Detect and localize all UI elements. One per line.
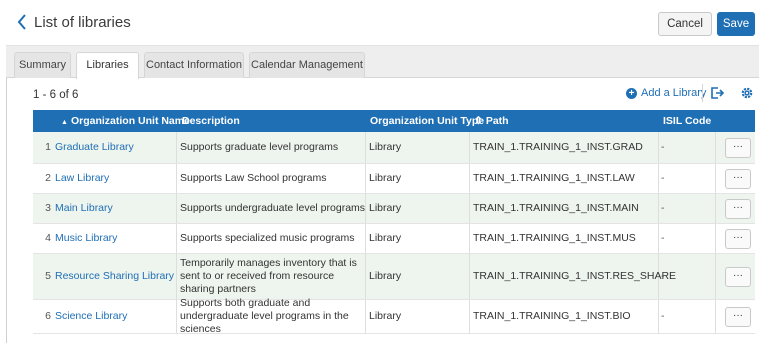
table-row: 3 Main Library Supports undergraduate le… xyxy=(33,194,755,224)
sort-icon: ⇕ xyxy=(474,115,483,127)
tab-libraries[interactable]: Libraries xyxy=(76,52,139,79)
row-number: 2 xyxy=(45,172,51,184)
library-type: Library xyxy=(369,310,402,322)
cancel-button[interactable]: Cancel xyxy=(658,12,712,36)
page-header: List of libraries Cancel Save xyxy=(6,0,759,46)
column-header-type[interactable]: Organization Unit Type xyxy=(370,110,484,132)
library-name-link[interactable]: Resource Sharing Library xyxy=(55,254,177,299)
table-row: 6 Science Library Supports both graduate… xyxy=(33,297,755,335)
library-path: TRAIN_1.TRAINING_1_INST.GRAD xyxy=(473,141,643,153)
libraries-table: ▲ Organization Unit Name Description Orga… xyxy=(33,110,755,335)
row-actions-button[interactable]: ··· xyxy=(725,306,751,327)
library-path: TRAIN_1.TRAINING_1_INST.MUS xyxy=(473,232,636,244)
row-actions-button[interactable]: ··· xyxy=(725,168,751,189)
table-row: 2 Law Library Supports Law School progra… xyxy=(33,164,755,194)
tab-calendar-management[interactable]: Calendar Management xyxy=(249,52,365,78)
library-isil-code: - xyxy=(661,172,665,184)
library-isil-code: - xyxy=(661,202,665,214)
library-isil-code: - xyxy=(661,270,665,282)
library-isil-code: - xyxy=(661,310,665,322)
library-path: TRAIN_1.TRAINING_1_INST.LAW xyxy=(473,172,635,184)
row-actions-button[interactable]: ··· xyxy=(725,266,751,287)
add-library-label: Add a Library xyxy=(641,87,707,99)
column-header-path[interactable]: ⇕ Path xyxy=(474,110,509,132)
row-actions-button[interactable]: ··· xyxy=(725,228,751,249)
library-description: Supports Law School programs xyxy=(180,172,327,184)
tab-contact-information[interactable]: Contact Information xyxy=(144,52,244,78)
library-name-link[interactable]: Law Library xyxy=(55,164,177,193)
row-number: 3 xyxy=(45,202,51,214)
page-title: List of libraries xyxy=(34,14,131,31)
save-button[interactable]: Save xyxy=(717,12,755,36)
library-name-link[interactable]: Music Library xyxy=(55,224,177,253)
column-header-isil[interactable]: ISIL Code xyxy=(663,110,711,132)
library-type: Library xyxy=(369,270,402,282)
row-actions-button[interactable]: ··· xyxy=(725,198,751,219)
column-header-name[interactable]: ▲ Organization Unit Name xyxy=(61,110,190,132)
table-row: 5 Resource Sharing Library Temporarily m… xyxy=(33,254,755,300)
table-header: ▲ Organization Unit Name Description Orga… xyxy=(33,110,755,132)
library-description: Supports specialized music programs xyxy=(180,232,355,244)
gear-icon[interactable] xyxy=(740,86,754,100)
library-path: TRAIN_1.TRAINING_1_INST.MAIN xyxy=(473,202,639,214)
table-row: 1 Graduate Library Supports graduate lev… xyxy=(33,132,755,164)
tab-summary[interactable]: Summary xyxy=(14,52,71,78)
library-description: Supports graduate level programs xyxy=(180,141,339,153)
library-type: Library xyxy=(369,232,402,244)
library-description: Supports both graduate and undergraduate… xyxy=(180,297,349,335)
library-type: Library xyxy=(369,141,402,153)
plus-circle-icon: + xyxy=(626,87,637,99)
add-library-link[interactable]: + Add a Library xyxy=(626,87,706,99)
library-name-link[interactable]: Graduate Library xyxy=(55,132,177,163)
row-number: 6 xyxy=(45,310,51,322)
row-number: 5 xyxy=(45,270,51,282)
library-description: Supports undergraduate level programs xyxy=(180,202,366,214)
column-header-description[interactable]: Description xyxy=(182,110,240,132)
library-description: Temporarily manages inventory that is se… xyxy=(180,257,357,295)
table-row: 4 Music Library Supports specialized mus… xyxy=(33,224,755,254)
library-type: Library xyxy=(369,202,402,214)
library-isil-code: - xyxy=(661,232,665,244)
row-number: 4 xyxy=(45,232,51,244)
sort-asc-icon: ▲ xyxy=(61,119,68,126)
export-icon[interactable] xyxy=(710,86,725,100)
row-actions-button[interactable]: ··· xyxy=(725,137,751,158)
library-type: Library xyxy=(369,172,402,184)
row-number: 1 xyxy=(45,141,51,153)
back-chevron-icon[interactable] xyxy=(16,12,30,32)
library-path: TRAIN_1.TRAINING_1_INST.RES_SHARE xyxy=(473,270,677,282)
library-name-link[interactable]: Main Library xyxy=(55,194,177,223)
tab-bar: Summary Libraries Contact Information Ca… xyxy=(6,46,759,79)
toolbar-divider xyxy=(702,84,703,102)
library-path: TRAIN_1.TRAINING_1_INST.BIO xyxy=(473,310,631,322)
result-count: 1 - 6 of 6 xyxy=(33,89,79,101)
library-name-link[interactable]: Science Library xyxy=(55,300,177,333)
library-isil-code: - xyxy=(661,141,665,153)
